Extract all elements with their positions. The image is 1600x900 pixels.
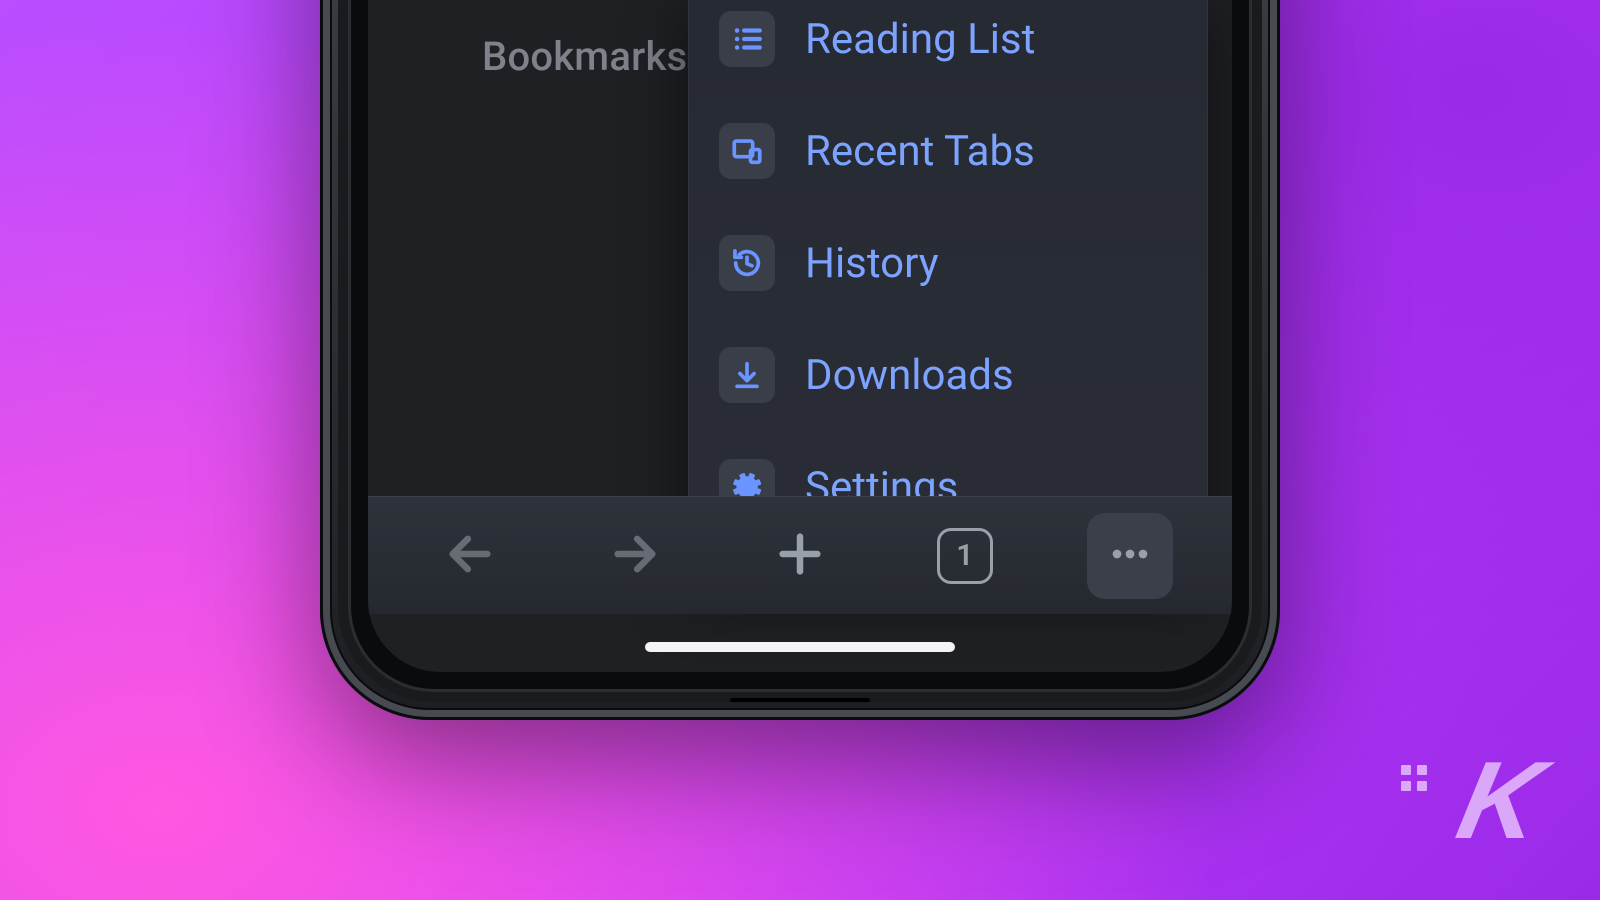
more-horizontal-icon — [1104, 528, 1156, 584]
tab-switcher-button[interactable]: 1 — [922, 513, 1008, 599]
watermark: K — [1401, 757, 1540, 845]
menu-item-label: Downloads — [805, 351, 1014, 400]
menu-item-label: History — [805, 239, 939, 288]
phone-frame-inner: Bookmarks Read Reading List Recent Tabs — [338, 0, 1262, 702]
overflow-menu: Reading List Recent Tabs History — [688, 0, 1208, 568]
mic-grille — [730, 698, 870, 702]
overflow-menu-button[interactable] — [1087, 513, 1173, 599]
menu-item-history[interactable]: History — [689, 207, 1207, 319]
menu-item-reading-list[interactable]: Reading List — [689, 0, 1207, 95]
arrow-right-icon — [609, 528, 661, 584]
phone-device: Bookmarks Read Reading List Recent Tabs — [320, 0, 1280, 720]
menu-item-label: Recent Tabs — [805, 127, 1035, 176]
tab-count-badge: 1 — [937, 528, 993, 584]
recent-tabs-icon — [719, 123, 775, 179]
menu-item-downloads[interactable]: Downloads — [689, 319, 1207, 431]
tab-bookmarks-label: Bookmarks — [482, 33, 687, 80]
menu-item-label: Reading List — [805, 15, 1035, 64]
home-indicator[interactable] — [645, 642, 955, 652]
bottom-toolbar: 1 — [368, 496, 1232, 614]
watermark-dots-icon — [1401, 765, 1447, 811]
forward-button[interactable] — [592, 513, 678, 599]
reading-list-icon — [719, 11, 775, 67]
history-icon — [719, 235, 775, 291]
watermark-letter: K — [1451, 757, 1549, 845]
phone-screen: Bookmarks Read Reading List Recent Tabs — [368, 0, 1232, 672]
downloads-icon — [719, 347, 775, 403]
new-tab-button[interactable] — [757, 513, 843, 599]
back-button[interactable] — [427, 513, 513, 599]
menu-item-recent-tabs[interactable]: Recent Tabs — [689, 95, 1207, 207]
arrow-left-icon — [444, 528, 496, 584]
plus-icon — [774, 528, 826, 584]
